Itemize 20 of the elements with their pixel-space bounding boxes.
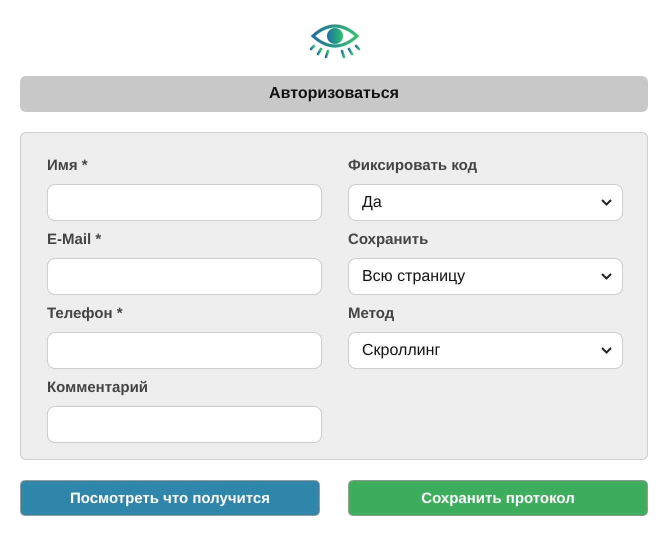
input-field[interactable] bbox=[47, 406, 322, 443]
input-field[interactable] bbox=[47, 258, 322, 295]
chevron-icon bbox=[601, 347, 612, 354]
input-field[interactable] bbox=[47, 184, 322, 221]
action-button[interactable]: Посмотреть что получится bbox=[20, 480, 320, 516]
field-label: Телефон * bbox=[47, 305, 124, 324]
chevron-icon bbox=[601, 273, 612, 280]
header-bar: Авторизоваться bbox=[20, 76, 648, 112]
input-field[interactable] bbox=[47, 332, 322, 369]
select-field[interactable]: Скроллинг bbox=[348, 332, 623, 369]
eye-icon bbox=[308, 22, 360, 60]
field-label: Фиксировать код bbox=[348, 157, 478, 176]
field-label: E-Mail * bbox=[47, 231, 102, 250]
field-label: Метод bbox=[348, 305, 396, 324]
field-label: Сохранить bbox=[348, 231, 430, 250]
field-label: Имя * bbox=[47, 157, 89, 176]
select-field[interactable]: Всю страницу bbox=[348, 258, 623, 295]
chevron-icon bbox=[601, 199, 612, 206]
select-field[interactable]: Да bbox=[348, 184, 623, 221]
field-label: Комментарий bbox=[47, 379, 150, 398]
